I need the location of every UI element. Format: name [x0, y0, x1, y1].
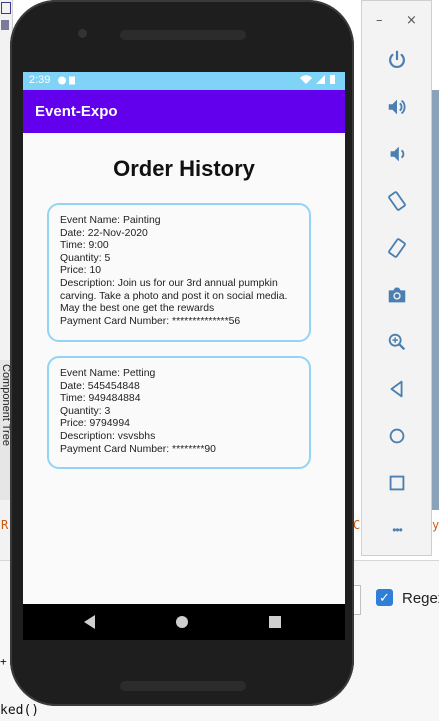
nav-home-icon[interactable]: [176, 616, 188, 628]
home-icon[interactable]: [383, 422, 411, 450]
phone-screen: 2:39 Event-Expo Order History Event Name…: [23, 72, 345, 640]
app-bar: Event-Expo: [23, 90, 345, 133]
regex-label: Regex: [402, 590, 439, 607]
back-icon[interactable]: [383, 375, 411, 403]
camera-icon[interactable]: [383, 281, 411, 309]
zoom-icon[interactable]: [383, 328, 411, 356]
ide-letter-left: R: [1, 518, 9, 532]
overview-icon[interactable]: [383, 469, 411, 497]
order-payment-card: Payment Card Number: ********90: [60, 443, 216, 455]
more-icon[interactable]: •••: [383, 516, 411, 544]
volume-down-icon[interactable]: [383, 140, 411, 168]
page-title: Order History: [113, 156, 255, 181]
order-date: Date: 545454848: [60, 380, 140, 392]
order-quantity: Quantity: 5: [60, 252, 111, 264]
ide-letter-right: C: [353, 518, 361, 532]
minimize-button[interactable]: –: [376, 13, 383, 28]
ide-code-fragment: ked(): [0, 703, 40, 718]
status-bar: 2:39: [23, 72, 345, 90]
order-description-cont: carving. Take a photo and post it on soc…: [60, 290, 288, 302]
ide-right-strip: [431, 90, 439, 510]
speaker-top: [120, 30, 246, 40]
order-quantity: Quantity: 3: [60, 405, 111, 417]
nav-recents-icon[interactable]: [269, 616, 281, 628]
emulator-toolbar: – × •••: [361, 0, 432, 556]
system-status-icons: [299, 74, 339, 88]
order-price: Price: 9794994: [60, 418, 130, 430]
volume-up-icon[interactable]: [383, 93, 411, 121]
close-button[interactable]: ×: [406, 13, 417, 28]
rotate-left-icon[interactable]: [383, 187, 411, 215]
ide-top-mark: [0, 0, 12, 40]
rotate-right-icon[interactable]: [383, 234, 411, 262]
nav-back-icon[interactable]: [84, 615, 95, 629]
order-time: Time: 9:00: [60, 240, 109, 252]
regex-checkbox[interactable]: ✓: [376, 589, 393, 606]
order-time: Time: 949484884: [60, 393, 141, 405]
speaker-bottom: [120, 681, 246, 691]
order-card[interactable]: Event Name: Petting Date: 545454848 Time…: [47, 356, 311, 469]
status-time: 2:39: [29, 74, 51, 86]
front-camera: [78, 29, 87, 38]
ide-code-fragment-top: +: [0, 655, 7, 668]
android-nav-bar: [23, 604, 345, 640]
power-icon[interactable]: [383, 46, 411, 74]
ide-letter-far-right: y: [432, 518, 439, 532]
order-description: Description: vsvsbhs: [60, 430, 156, 442]
phone-frame: 2:39 Event-Expo Order History Event Name…: [10, 0, 354, 706]
order-payment-card: Payment Card Number: **************56: [60, 315, 241, 327]
notification-icons: [57, 75, 79, 89]
app-title: Event-Expo: [35, 103, 118, 120]
order-description-cont: May the best one get the rewards: [60, 303, 215, 315]
order-event-name: Event Name: Petting: [60, 368, 156, 379]
order-event-name: Event Name: Painting: [60, 215, 161, 226]
order-description: Description: Join us for our 3rd annual …: [60, 277, 278, 289]
order-date: Date: 22-Nov-2020: [60, 227, 148, 239]
order-card[interactable]: Event Name: Painting Date: 22-Nov-2020 T…: [47, 203, 311, 342]
order-price: Price: 10: [60, 265, 102, 277]
